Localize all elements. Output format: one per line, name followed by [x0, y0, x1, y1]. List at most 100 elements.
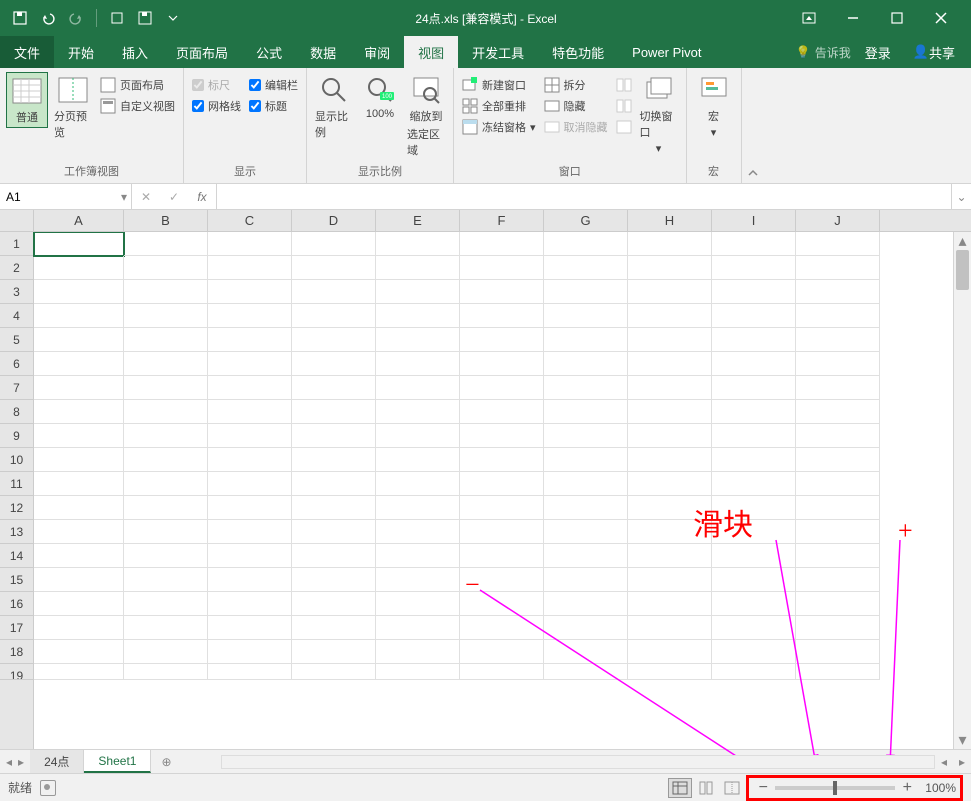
minimize-button[interactable]: [831, 0, 875, 36]
cell-B15[interactable]: [124, 568, 208, 592]
undo-button[interactable]: [36, 6, 60, 30]
cell-C7[interactable]: [208, 376, 292, 400]
cell-B12[interactable]: [124, 496, 208, 520]
cell-J16[interactable]: [796, 592, 880, 616]
cell-H16[interactable]: [628, 592, 712, 616]
tab-view[interactable]: 视图: [404, 36, 458, 68]
row-header-14[interactable]: 14: [0, 544, 33, 568]
cell-E9[interactable]: [376, 424, 460, 448]
cell-E4[interactable]: [376, 304, 460, 328]
formula-bar-checkbox-input[interactable]: [249, 79, 261, 91]
cell-B4[interactable]: [124, 304, 208, 328]
tab-special[interactable]: 特色功能: [538, 36, 618, 68]
cell-A17[interactable]: [34, 616, 124, 640]
row-header-3[interactable]: 3: [0, 280, 33, 304]
normal-view-status-button[interactable]: [668, 778, 692, 798]
cell-A12[interactable]: [34, 496, 124, 520]
cell-H17[interactable]: [628, 616, 712, 640]
cell-D13[interactable]: [292, 520, 376, 544]
cell-B6[interactable]: [124, 352, 208, 376]
cell-G9[interactable]: [544, 424, 628, 448]
cell-I18[interactable]: [712, 640, 796, 664]
scroll-down-button[interactable]: ▾: [954, 731, 971, 749]
cell-J14[interactable]: [796, 544, 880, 568]
cell-A15[interactable]: [34, 568, 124, 592]
cell-J6[interactable]: [796, 352, 880, 376]
cell-F9[interactable]: [460, 424, 544, 448]
scroll-up-button[interactable]: ▴: [954, 232, 971, 250]
row-header-11[interactable]: 11: [0, 472, 33, 496]
zoom-in-button[interactable]: +: [897, 779, 917, 797]
cell-C5[interactable]: [208, 328, 292, 352]
custom-views-button[interactable]: 自定义视图: [98, 97, 177, 115]
cell-E12[interactable]: [376, 496, 460, 520]
split-button[interactable]: 拆分: [542, 76, 610, 94]
enter-formula-button[interactable]: ✓: [160, 190, 188, 204]
cell-D9[interactable]: [292, 424, 376, 448]
cell-G8[interactable]: [544, 400, 628, 424]
cell-G17[interactable]: [544, 616, 628, 640]
cell-F10[interactable]: [460, 448, 544, 472]
cell-I19[interactable]: [712, 664, 796, 680]
tab-developer[interactable]: 开发工具: [458, 36, 538, 68]
login-button[interactable]: 登录: [857, 43, 899, 62]
cell-F4[interactable]: [460, 304, 544, 328]
cell-H5[interactable]: [628, 328, 712, 352]
cell-E2[interactable]: [376, 256, 460, 280]
cell-J10[interactable]: [796, 448, 880, 472]
cell-J18[interactable]: [796, 640, 880, 664]
cell-G18[interactable]: [544, 640, 628, 664]
cell-J2[interactable]: [796, 256, 880, 280]
cell-F8[interactable]: [460, 400, 544, 424]
cell-C17[interactable]: [208, 616, 292, 640]
cell-F1[interactable]: [460, 232, 544, 256]
select-all-cell[interactable]: [0, 210, 34, 231]
tab-file[interactable]: 文件: [0, 36, 54, 68]
gridlines-checkbox[interactable]: 网格线: [190, 97, 243, 115]
cell-B7[interactable]: [124, 376, 208, 400]
cell-D11[interactable]: [292, 472, 376, 496]
cell-D19[interactable]: [292, 664, 376, 680]
cell-G19[interactable]: [544, 664, 628, 680]
cell-I2[interactable]: [712, 256, 796, 280]
cell-D6[interactable]: [292, 352, 376, 376]
zoom-out-button[interactable]: −: [753, 779, 773, 797]
row-header-12[interactable]: 12: [0, 496, 33, 520]
cell-F12[interactable]: [460, 496, 544, 520]
cell-I8[interactable]: [712, 400, 796, 424]
cell-C6[interactable]: [208, 352, 292, 376]
cell-H9[interactable]: [628, 424, 712, 448]
headings-checkbox[interactable]: 标题: [247, 97, 300, 115]
cell-H2[interactable]: [628, 256, 712, 280]
cell-F5[interactable]: [460, 328, 544, 352]
gridlines-checkbox-input[interactable]: [192, 100, 204, 112]
cell-H7[interactable]: [628, 376, 712, 400]
column-header-C[interactable]: C: [208, 210, 292, 231]
cell-C8[interactable]: [208, 400, 292, 424]
cell-I3[interactable]: [712, 280, 796, 304]
cell-H11[interactable]: [628, 472, 712, 496]
cell-C10[interactable]: [208, 448, 292, 472]
cell-A13[interactable]: [34, 520, 124, 544]
zoom-button[interactable]: 显示比例: [313, 72, 355, 142]
close-button[interactable]: [919, 0, 963, 36]
cell-G16[interactable]: [544, 592, 628, 616]
cell-C11[interactable]: [208, 472, 292, 496]
column-header-J[interactable]: J: [796, 210, 880, 231]
row-header-16[interactable]: 16: [0, 592, 33, 616]
new-window-button[interactable]: 新建窗口: [460, 76, 538, 94]
cell-A3[interactable]: [34, 280, 124, 304]
row-header-9[interactable]: 9: [0, 424, 33, 448]
cell-G6[interactable]: [544, 352, 628, 376]
cell-J12[interactable]: [796, 496, 880, 520]
cell-G12[interactable]: [544, 496, 628, 520]
cell-E11[interactable]: [376, 472, 460, 496]
column-header-I[interactable]: I: [712, 210, 796, 231]
cell-E3[interactable]: [376, 280, 460, 304]
vertical-scrollbar[interactable]: ▴ ▾: [953, 232, 971, 749]
cell-A18[interactable]: [34, 640, 124, 664]
qat-customize[interactable]: [161, 6, 185, 30]
ribbon-display-options[interactable]: [787, 0, 831, 36]
zoom-100-button[interactable]: 100 100%: [359, 72, 401, 122]
cell-I10[interactable]: [712, 448, 796, 472]
